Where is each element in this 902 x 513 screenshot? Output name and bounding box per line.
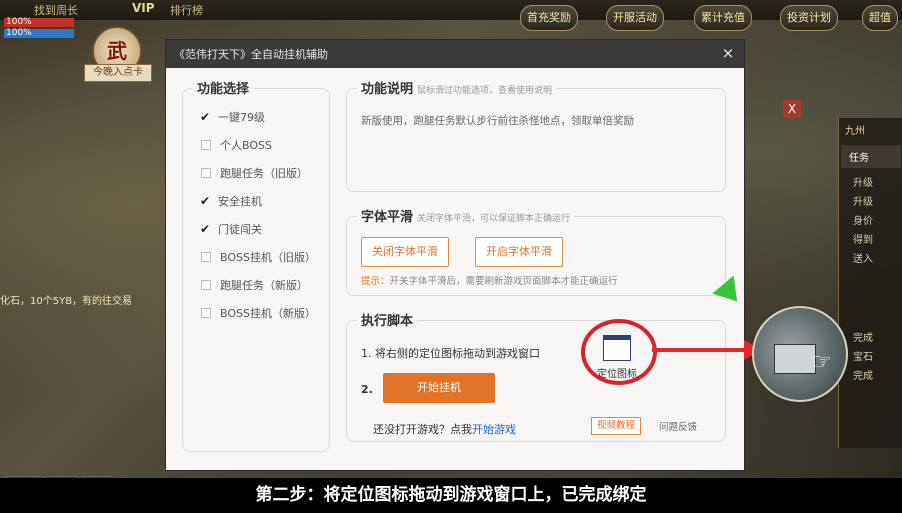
game-top-left-text: 找到周长	[34, 4, 78, 17]
font-smooth-legend: 字体平滑	[361, 210, 414, 225]
option-boss-hangup-old[interactable]: BOSS挂机（旧版）	[199, 249, 316, 265]
feature-desc-legend: 功能说明	[361, 82, 414, 97]
feature-desc-title: 功能说明 鼠标滑过功能选项，查看使用说明	[357, 78, 557, 97]
tip-text: 开关字体平滑后，需要刷新游戏页面脚本才能正确运行	[389, 276, 618, 287]
quest-line[interactable]: 得到	[839, 229, 902, 248]
option-personal-boss[interactable]: 个人BOSS	[199, 137, 272, 153]
disable-font-smooth-button[interactable]: 关闭字体平滑	[361, 237, 449, 267]
checkbox-checked-icon[interactable]: ✔	[199, 223, 211, 235]
step1-text: 1. 将右侧的定位图标拖动到游戏窗口	[361, 347, 540, 360]
video-tutorial-button[interactable]: 视频教程	[591, 417, 642, 435]
feature-select-group: 功能选择 ✔ 一键79级 个人BOSS 跑腿任务（旧版） ✔ 安全挂机 ✔ 门徒闯关 …	[182, 78, 330, 452]
quest-line[interactable]: 升级	[839, 191, 902, 210]
feature-select-title: 功能选择	[193, 78, 254, 97]
option-label: 一键79级	[218, 111, 265, 124]
quest-panel-title: 九州	[845, 126, 865, 137]
mp-bar: 100%	[4, 29, 74, 38]
tutorial-caption: 第二步：将定位图标拖动到游戏窗口上，已完成绑定	[255, 485, 647, 505]
game-close-icon[interactable]: X	[783, 100, 801, 118]
quest-line[interactable]: 升级	[839, 172, 902, 191]
enable-font-smooth-button[interactable]: 开启字体平滑	[475, 237, 563, 267]
checkbox-unchecked-icon[interactable]	[201, 280, 211, 290]
font-smooth-tip: 提示：开关字体平滑后，需要刷新游戏页面脚本才能正确运行	[361, 273, 618, 287]
option-label: 门徒闯关	[218, 223, 262, 236]
exec-script-title: 执行脚本	[357, 310, 418, 329]
chat-line: 化石，10个5YB，有的往交易	[0, 296, 133, 307]
quest-line[interactable]: 送入	[839, 248, 902, 267]
option-label: BOSS挂机（新版）	[220, 307, 316, 320]
option-label: BOSS挂机（旧版）	[220, 251, 316, 264]
option-label: 个人BOSS	[220, 139, 272, 152]
checkbox-checked-icon[interactable]: ✔	[199, 195, 211, 207]
font-smooth-title: 字体平滑 关闭字体平滑，可以保证脚本正确运行	[357, 206, 575, 225]
step2-label: 2.	[361, 383, 373, 396]
hp-bar: 100%	[4, 18, 74, 27]
option-errand-old[interactable]: 跑腿任务（旧版）	[199, 165, 308, 181]
top-button-first-charge[interactable]: 首充奖励	[520, 5, 578, 31]
feature-desc-note: 鼠标滑过功能选项，查看使用说明	[417, 86, 553, 96]
checkbox-unchecked-icon[interactable]	[201, 252, 211, 262]
feature-desc-text: 新版使用，跑腿任务默认步行前往杀怪地点，领取单倍奖励	[361, 115, 634, 127]
tip-label: 提示：	[361, 276, 390, 287]
option-safe-hangup[interactable]: ✔ 安全挂机	[199, 193, 262, 209]
pointer-hand-icon: ☞	[812, 350, 832, 375]
feedback-link[interactable]: 问题反馈	[659, 419, 697, 433]
footer-prompt: 还没打开游戏？点我	[373, 423, 472, 436]
footer-text: 还没打开游戏？点我开始游戏	[373, 421, 516, 437]
option-label: 跑腿任务（旧版）	[220, 167, 308, 180]
start-game-link[interactable]: 开始游戏	[472, 423, 516, 436]
vip-label[interactable]: VIP	[132, 1, 155, 15]
dialog-titlebar[interactable]: 《范伟打天下》全自动挂机辅助 ×	[166, 40, 744, 68]
checkbox-unchecked-icon[interactable]	[201, 140, 211, 150]
quest-line[interactable]: 宝石	[839, 346, 902, 365]
red-arrow-shaft	[652, 348, 748, 352]
checkbox-unchecked-icon[interactable]	[201, 308, 211, 318]
font-smooth-group: 字体平滑 关闭字体平滑，可以保证脚本正确运行 关闭字体平滑 开启字体平滑 提示：开…	[346, 206, 726, 296]
close-icon[interactable]: ×	[718, 43, 738, 63]
quest-line[interactable]: 身价	[839, 210, 902, 229]
option-disciple-challenge[interactable]: ✔ 门徒闯关	[199, 221, 262, 237]
option-boss-hangup-new[interactable]: BOSS挂机（新版）	[199, 305, 316, 321]
font-smooth-note: 关闭字体平滑，可以保证脚本正确运行	[417, 214, 571, 224]
option-level79[interactable]: ✔ 一键79级	[199, 109, 265, 125]
rank-label[interactable]: 排行榜	[170, 2, 203, 18]
top-button-server-event[interactable]: 开服活动	[606, 5, 664, 31]
start-hangup-button[interactable]: 开始挂机	[383, 373, 495, 403]
auto-hangup-dialog: 《范伟打天下》全自动挂机辅助 × 功能选择 ✔ 一键79级 个人BOSS 跑腿任务…	[166, 40, 744, 470]
option-errand-new[interactable]: 跑腿任务（新版）	[199, 277, 308, 293]
checkbox-checked-icon[interactable]: ✔	[199, 111, 211, 123]
exec-script-group: 执行脚本 1. 将右侧的定位图标拖动到游戏窗口 定位图标 2. 开始挂机 还没打…	[346, 310, 726, 442]
quest-tab[interactable]: 任务	[841, 145, 901, 168]
option-label: 跑腿任务（新版）	[220, 279, 308, 292]
top-button-investment[interactable]: 投资计划	[780, 5, 838, 31]
checkbox-unchecked-icon[interactable]	[201, 168, 211, 178]
badge-ribbon: 今晚入点卡	[84, 64, 152, 82]
quest-line[interactable]: 完成	[839, 327, 902, 346]
option-label: 安全挂机	[218, 195, 262, 208]
quest-line[interactable]: 完成	[839, 365, 902, 384]
player-bars: 100% 100%	[4, 18, 74, 40]
dialog-title: 《范伟打天下》全自动挂机辅助	[174, 48, 328, 61]
bound-window-icon	[774, 344, 816, 374]
highlight-circle	[581, 319, 657, 385]
top-button-value[interactable]: 超值	[862, 5, 898, 31]
magnifier-zoom	[752, 306, 848, 402]
top-button-cumulative-charge[interactable]: 累计充值	[694, 5, 752, 31]
feature-desc-group: 功能说明 鼠标滑过功能选项，查看使用说明 新版使用，跑腿任务默认步行前往杀怪地点，…	[346, 78, 726, 192]
quest-panel: 九州 任务 升级 升级 身价 得到 送入 完成 宝石 完成	[838, 118, 902, 448]
